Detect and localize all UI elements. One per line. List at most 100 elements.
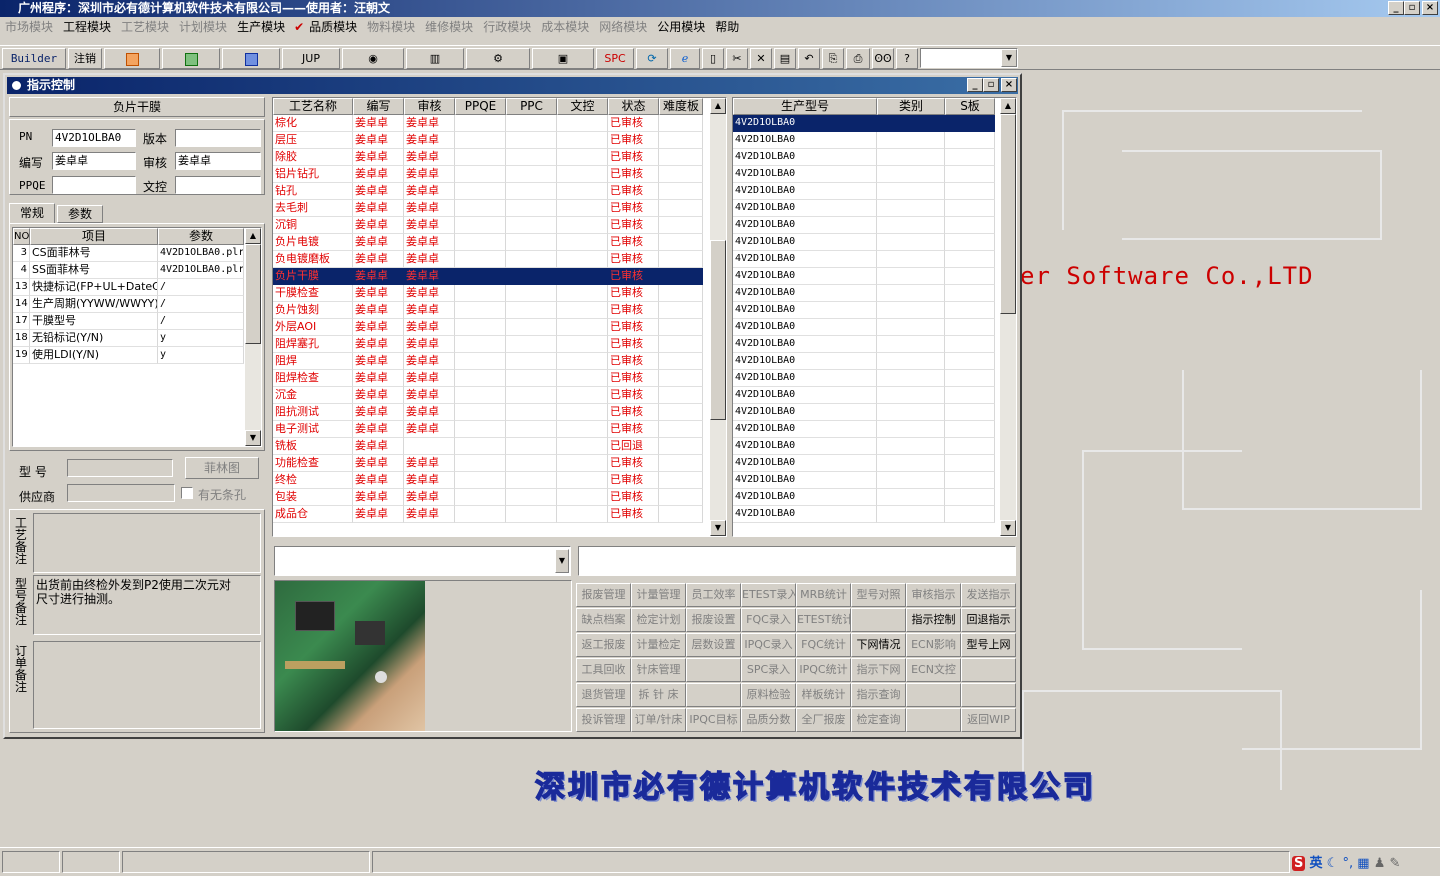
model-scrollbar[interactable]: ▲ ▼	[1000, 98, 1016, 536]
proc-header-5[interactable]: 文控	[557, 98, 608, 115]
function-button-5-1[interactable]: 订单/针床	[631, 708, 686, 732]
jup-button[interactable]: JUP	[282, 48, 340, 69]
function-button-2-0[interactable]: 返工报废	[576, 633, 631, 657]
table-row[interactable]: 4V2D1OLBA0	[733, 489, 995, 506]
table-row[interactable]: 沉金 姜卓卓 姜卓卓 已审核	[273, 387, 703, 404]
table-row[interactable]: 4V2D1OLBA0	[733, 438, 995, 455]
function-button-3-2[interactable]	[686, 658, 741, 682]
process-combo[interactable]	[274, 546, 571, 576]
tab-params[interactable]: 参数	[57, 205, 103, 223]
sogou-icon[interactable]: S	[1292, 856, 1306, 871]
keyboard-icon[interactable]: ▦	[1357, 856, 1369, 871]
function-button-0-6[interactable]: 审核指示	[906, 583, 961, 607]
ime-language[interactable]: 英	[1310, 856, 1323, 871]
menu-11[interactable]: 公用模块	[652, 17, 710, 37]
function-button-4-1[interactable]: 拆 针 床	[631, 683, 686, 707]
menu-5[interactable]: 品质模块	[304, 17, 362, 37]
function-button-4-7[interactable]	[961, 683, 1016, 707]
new-button[interactable]: ▯	[702, 48, 724, 69]
function-button-5-4[interactable]: 全厂报废	[796, 708, 851, 732]
logout-button[interactable]: 注销	[68, 48, 102, 69]
function-button-2-2[interactable]: 层数设置	[686, 633, 741, 657]
function-button-2-6[interactable]: ECN影响	[906, 633, 961, 657]
table-row[interactable]: 4V2D1OLBA0	[733, 421, 995, 438]
computer-button[interactable]: ▣	[532, 48, 594, 69]
refresh-button[interactable]: ⟳	[636, 48, 668, 69]
supplier-field[interactable]	[67, 484, 175, 502]
function-button-4-2[interactable]	[686, 683, 741, 707]
param-value[interactable]: /	[158, 296, 244, 313]
function-button-3-1[interactable]: 针床管理	[631, 658, 686, 682]
table-row[interactable]: 阻抗测试 姜卓卓 姜卓卓 已审核	[273, 404, 703, 421]
table-row[interactable]: 4V2D1OLBA0	[733, 183, 995, 200]
table-row[interactable]: 负片干膜 姜卓卓 姜卓卓 已审核	[273, 268, 703, 285]
table-row[interactable]: 4V2D1OLBA0	[733, 115, 995, 132]
table-row[interactable]: 棕化 姜卓卓 姜卓卓 已审核	[273, 115, 703, 132]
function-button-0-1[interactable]: 计量管理	[631, 583, 686, 607]
database-button[interactable]: ▥	[406, 48, 464, 69]
scroll-thumb[interactable]	[245, 244, 261, 344]
function-button-5-7[interactable]: 返回WIP	[961, 708, 1016, 732]
model-field[interactable]	[67, 459, 173, 477]
table-row[interactable]: 除胶 姜卓卓 姜卓卓 已审核	[273, 149, 703, 166]
view-button[interactable]: ◉	[342, 48, 404, 69]
proc-header-1[interactable]: 编写	[353, 98, 404, 115]
proc-header-4[interactable]: PPC	[506, 98, 557, 115]
table-row[interactable]: 干膜检查 姜卓卓 姜卓卓 已审核	[273, 285, 703, 302]
toolbar-combo[interactable]: ▼	[920, 48, 1018, 68]
function-button-0-7[interactable]: 发送指示	[961, 583, 1016, 607]
function-button-4-0[interactable]: 退货管理	[576, 683, 631, 707]
table-row[interactable]: 4V2D1OLBA0	[733, 455, 995, 472]
dialog-close-button[interactable]: ×	[1001, 78, 1017, 92]
model-scroll-thumb[interactable]	[1000, 114, 1016, 314]
table-row[interactable]: 4V2D1OLBA0	[733, 217, 995, 234]
menu-0[interactable]: 市场模块	[0, 17, 58, 37]
network-button[interactable]: ⚙	[466, 48, 530, 69]
table-row[interactable]: 外层AOI 姜卓卓 姜卓卓 已审核	[273, 319, 703, 336]
builder-button[interactable]: Builder	[2, 48, 66, 69]
table-row[interactable]: 负电镀磨板 姜卓卓 姜卓卓 已审核	[273, 251, 703, 268]
table-row[interactable]: 4V2D1OLBA0	[733, 285, 995, 302]
function-button-3-7[interactable]	[961, 658, 1016, 682]
table-row[interactable]: 电子测试 姜卓卓 姜卓卓 已审核	[273, 421, 703, 438]
table-row[interactable]: 层压 姜卓卓 姜卓卓 已审核	[273, 132, 703, 149]
table-row[interactable]: 阻焊 姜卓卓 姜卓卓 已审核	[273, 353, 703, 370]
param-value[interactable]: 4V2D1OLBA0.plr	[158, 262, 244, 279]
table-row[interactable]: 负片蚀刻 姜卓卓 姜卓卓 已审核	[273, 302, 703, 319]
param-value[interactable]: y	[158, 330, 244, 347]
table-row[interactable]: 4V2D1OLBA0	[733, 268, 995, 285]
function-button-1-0[interactable]: 缺点档案	[576, 608, 631, 632]
function-button-3-3[interactable]: SPC录入	[741, 658, 796, 682]
table-row[interactable]: 4V2D1OLBA0	[733, 302, 995, 319]
version-field[interactable]	[175, 129, 261, 147]
table-row[interactable]: 4V2D1OLBA0	[733, 472, 995, 489]
preview-button[interactable]: ⎘	[822, 48, 844, 69]
function-button-4-4[interactable]: 样板统计	[796, 683, 851, 707]
menu-2[interactable]: 工艺模块	[116, 17, 174, 37]
function-button-1-5[interactable]	[851, 608, 906, 632]
function-button-1-4[interactable]: ETEST统计	[796, 608, 851, 632]
settings-icon[interactable]: ✎	[1389, 856, 1400, 871]
model-note-field[interactable]: 出货前由终检外发到P2使用二次元对尺寸进行抽测。	[33, 575, 261, 635]
menu-6[interactable]: 物料模块	[362, 17, 420, 37]
proc-scroll-up-icon[interactable]: ▲	[710, 98, 726, 114]
punctuation-icon[interactable]: °,	[1342, 856, 1353, 871]
tab-general[interactable]: 常规	[9, 203, 55, 223]
proc-header-0[interactable]: 工艺名称	[273, 98, 353, 115]
table-row[interactable]: 去毛刺 姜卓卓 姜卓卓 已审核	[273, 200, 703, 217]
menu-10[interactable]: 网络模块	[594, 17, 652, 37]
help-button[interactable]: ?	[896, 48, 918, 69]
function-button-0-5[interactable]: 型号对照	[851, 583, 906, 607]
model-scroll-down-icon[interactable]: ▼	[1000, 520, 1016, 536]
function-button-0-0[interactable]: 报废管理	[576, 583, 631, 607]
proc-header-6[interactable]: 状态	[608, 98, 659, 115]
ie-button[interactable]: ℯ	[670, 48, 700, 69]
function-button-4-6[interactable]	[906, 683, 961, 707]
dcc-field[interactable]	[175, 176, 261, 194]
user-icon[interactable]: ♟	[1374, 856, 1386, 871]
menu-3[interactable]: 计划模块	[174, 17, 232, 37]
function-button-5-0[interactable]: 投诉管理	[576, 708, 631, 732]
spc-button[interactable]: SPC	[596, 48, 634, 69]
print-button[interactable]: ⎙	[846, 48, 870, 69]
combo-arrow-icon[interactable]: ▼	[1001, 49, 1017, 67]
